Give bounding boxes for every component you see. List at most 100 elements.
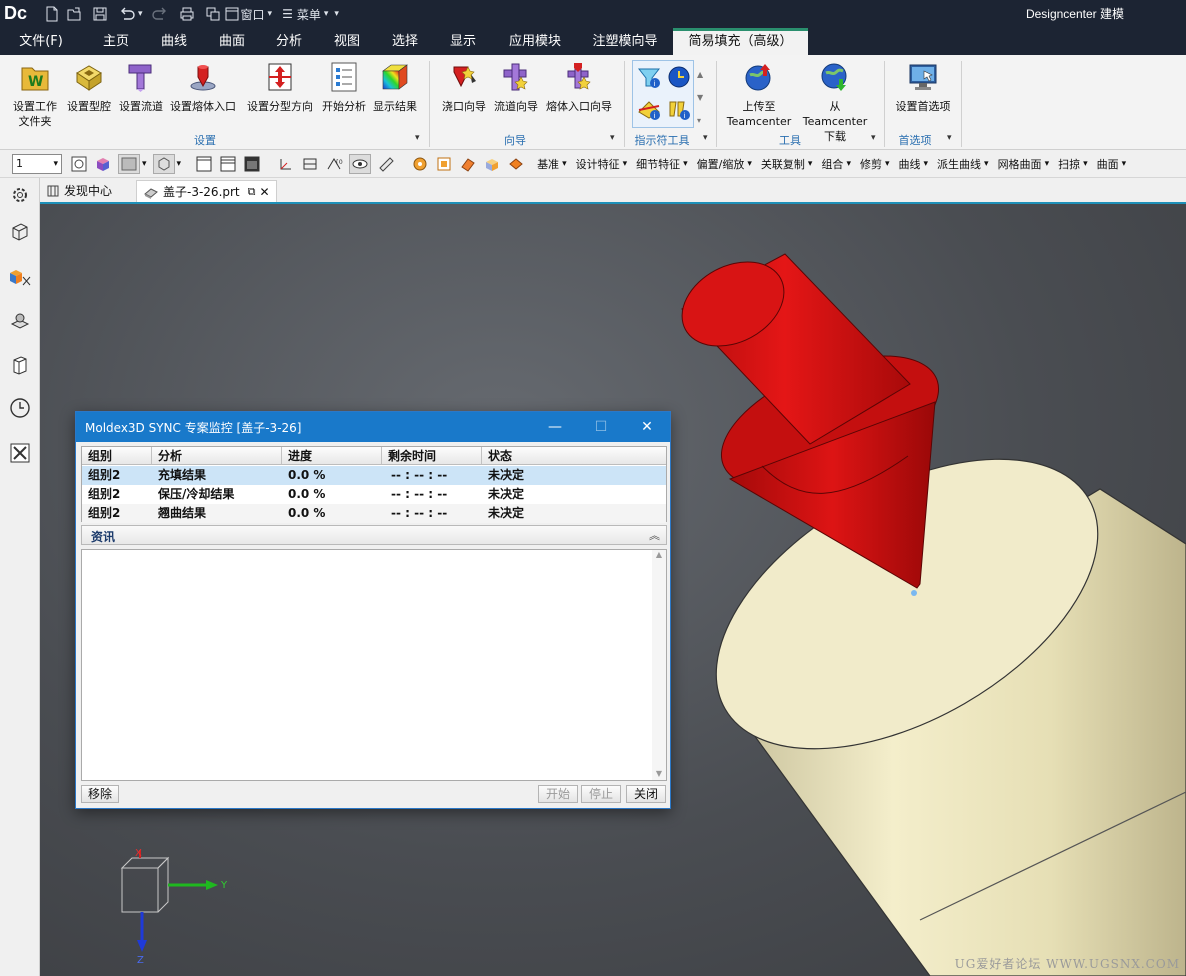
print-icon[interactable]	[179, 6, 195, 22]
column-header-analysis[interactable]: 分析	[152, 447, 282, 465]
tab-home[interactable]: 主页	[90, 28, 142, 55]
set-runner-button[interactable]: 设置流道	[117, 59, 165, 114]
menu-dropdown-arrow-icon[interactable]: ▾	[324, 9, 329, 19]
collapse-icon[interactable]: ︽	[649, 527, 660, 543]
feature-5-icon[interactable]	[507, 155, 525, 173]
reuse-library-icon[interactable]	[8, 353, 32, 377]
column-header-status[interactable]: 状态	[482, 447, 666, 465]
funnel-indicator-icon[interactable]: i	[636, 64, 662, 93]
settings-gear-icon[interactable]	[8, 183, 32, 207]
undo-dropdown-icon[interactable]: ▾	[138, 9, 143, 19]
column-header-remaining[interactable]: 剩余时间	[382, 447, 482, 465]
show-hide-icon[interactable]	[349, 153, 372, 174]
popout-icon[interactable]: ⧉	[248, 181, 256, 203]
wizard-group-more-icon[interactable]: ▾	[610, 133, 615, 143]
sweep-dropdown[interactable]: 扫掠	[1058, 156, 1088, 172]
window-dropdown[interactable]: 窗口	[241, 6, 265, 23]
clock-indicator-icon[interactable]	[666, 64, 692, 93]
snap-view-icon[interactable]	[70, 155, 88, 173]
tab-part-file[interactable]: 盖子-3-26.prt ⧉ ✕	[136, 180, 277, 202]
wcs-icon[interactable]	[277, 155, 295, 173]
window-dropdown-arrow-icon[interactable]: ▾	[268, 9, 273, 19]
preferences-group-more-icon[interactable]: ▾	[947, 133, 952, 143]
set-preferences-button[interactable]: 设置首选项	[892, 59, 954, 114]
app-logo[interactable]: Dc	[4, 3, 27, 24]
column-header-group[interactable]: 组别	[82, 447, 152, 465]
tools-role-icon[interactable]	[8, 441, 32, 465]
trim-dropdown[interactable]: 修剪	[860, 156, 890, 172]
scroll-down-icon[interactable]: ▼	[652, 769, 666, 778]
tab-application[interactable]: 应用模块	[500, 28, 570, 55]
tab-analysis[interactable]: 分析	[263, 28, 315, 55]
show-results-button[interactable]: 显示结果	[372, 59, 418, 114]
copy-window-icon[interactable]	[205, 6, 221, 22]
table-row[interactable]: 组别2 充填结果 0.0 % -- : -- : -- 未决定	[82, 466, 666, 485]
window-menu-icon[interactable]	[225, 7, 239, 21]
window-layout-1-icon[interactable]	[195, 155, 213, 173]
tab-easy-fill-advanced[interactable]: 简易填充（高级）	[673, 28, 808, 55]
melt-entrance-wizard-button[interactable]: 熔体入口向导	[545, 59, 613, 114]
close-button[interactable]: 关闭	[626, 785, 666, 803]
file-menu[interactable]: 文件(F)	[8, 28, 74, 55]
tab-view[interactable]: 视图	[321, 28, 373, 55]
associative-copy-dropdown[interactable]: 关联复制	[761, 156, 813, 172]
set-parting-direction-button[interactable]: 设置分型方向	[246, 59, 314, 114]
gate-wizard-button[interactable]: 浇口向导	[441, 59, 487, 114]
constraint-navigator-icon[interactable]	[8, 309, 32, 333]
derived-curve-dropdown[interactable]: 派生曲线	[937, 156, 989, 172]
weld-line-indicator-icon[interactable]: i	[636, 96, 662, 125]
indicator-group-more-icon[interactable]: ▾	[703, 133, 708, 143]
orient-view-dropdown-icon[interactable]: ▾	[177, 159, 182, 169]
orient-view-icon[interactable]	[152, 153, 175, 174]
save-icon[interactable]	[92, 6, 108, 22]
air-trap-indicator-icon[interactable]: i	[666, 96, 692, 125]
table-row[interactable]: 组别2 翘曲结果 0.0 % -- : -- : -- 未决定	[82, 504, 666, 523]
feature-2-icon[interactable]	[435, 155, 453, 173]
setup-group-more-icon[interactable]: ▾	[415, 133, 420, 143]
close-window-button[interactable]: ✕	[624, 412, 670, 442]
detail-feature-dropdown[interactable]: 细节特征	[636, 156, 688, 172]
surface-dropdown[interactable]: 曲面	[1097, 156, 1127, 172]
feature-1-icon[interactable]	[411, 155, 429, 173]
undo-icon[interactable]	[118, 6, 136, 22]
gallery-scroll-icon[interactable]: ▲ ▼ ▾	[697, 63, 703, 132]
curve-dropdown[interactable]: 曲线	[899, 156, 929, 172]
info-text-area[interactable]: ▲ ▼	[81, 549, 667, 781]
tab-select[interactable]: 选择	[379, 28, 431, 55]
offset-scale-dropdown[interactable]: 偏置/缩放	[697, 156, 752, 172]
window-layout-3-icon[interactable]	[243, 155, 261, 173]
set-cavity-button[interactable]: 设置型腔	[64, 59, 114, 114]
close-tab-icon[interactable]: ✕	[260, 181, 270, 203]
feature-3-icon[interactable]	[459, 155, 477, 173]
layer-select[interactable]: 1 ▾	[12, 153, 62, 174]
assembly-navigator-icon[interactable]	[8, 265, 32, 289]
feature-4-icon[interactable]	[483, 155, 501, 173]
info-section-header[interactable]: 资讯 ︽	[81, 525, 667, 545]
design-feature-dropdown[interactable]: 设计特征	[576, 156, 628, 172]
runner-wizard-button[interactable]: 流道向导	[493, 59, 539, 114]
dialog-title-bar[interactable]: Moldex3D SYNC 专案监控 [盖子-3-26] — ☐ ✕	[76, 412, 670, 442]
measure-distance-icon[interactable]	[301, 155, 319, 173]
open-file-icon[interactable]	[66, 6, 82, 22]
history-clock-icon[interactable]	[8, 396, 32, 420]
start-analysis-button[interactable]: 开始分析	[320, 59, 368, 114]
info-scrollbar[interactable]: ▲ ▼	[652, 550, 666, 780]
menu-hamburger-icon[interactable]: ☰	[282, 7, 293, 21]
render-style-dropdown-icon[interactable]: ▾	[142, 159, 147, 169]
combine-dropdown[interactable]: 组合	[821, 156, 851, 172]
tab-display[interactable]: 显示	[437, 28, 489, 55]
tab-mold-wizard[interactable]: 注塑模向导	[583, 28, 667, 55]
menu-dropdown[interactable]: 菜单	[297, 6, 321, 23]
remove-button[interactable]: 移除	[81, 785, 119, 803]
upload-teamcenter-button[interactable]: 上传至 Teamcenter	[724, 59, 794, 129]
tab-curve[interactable]: 曲线	[148, 28, 200, 55]
shaded-cube-icon[interactable]	[94, 155, 112, 173]
ruler-icon[interactable]	[377, 155, 395, 173]
window-layout-2-icon[interactable]	[219, 155, 237, 173]
tab-surface[interactable]: 曲面	[206, 28, 258, 55]
table-row[interactable]: 组别2 保压/冷却结果 0.0 % -- : -- : -- 未决定	[82, 485, 666, 504]
column-header-progress[interactable]: 进度	[282, 447, 382, 465]
set-workfolder-button[interactable]: W 设置工作 文件夹	[12, 59, 58, 129]
set-melt-entrance-button[interactable]: 设置熔体入口	[170, 59, 236, 114]
new-file-icon[interactable]	[44, 6, 60, 22]
